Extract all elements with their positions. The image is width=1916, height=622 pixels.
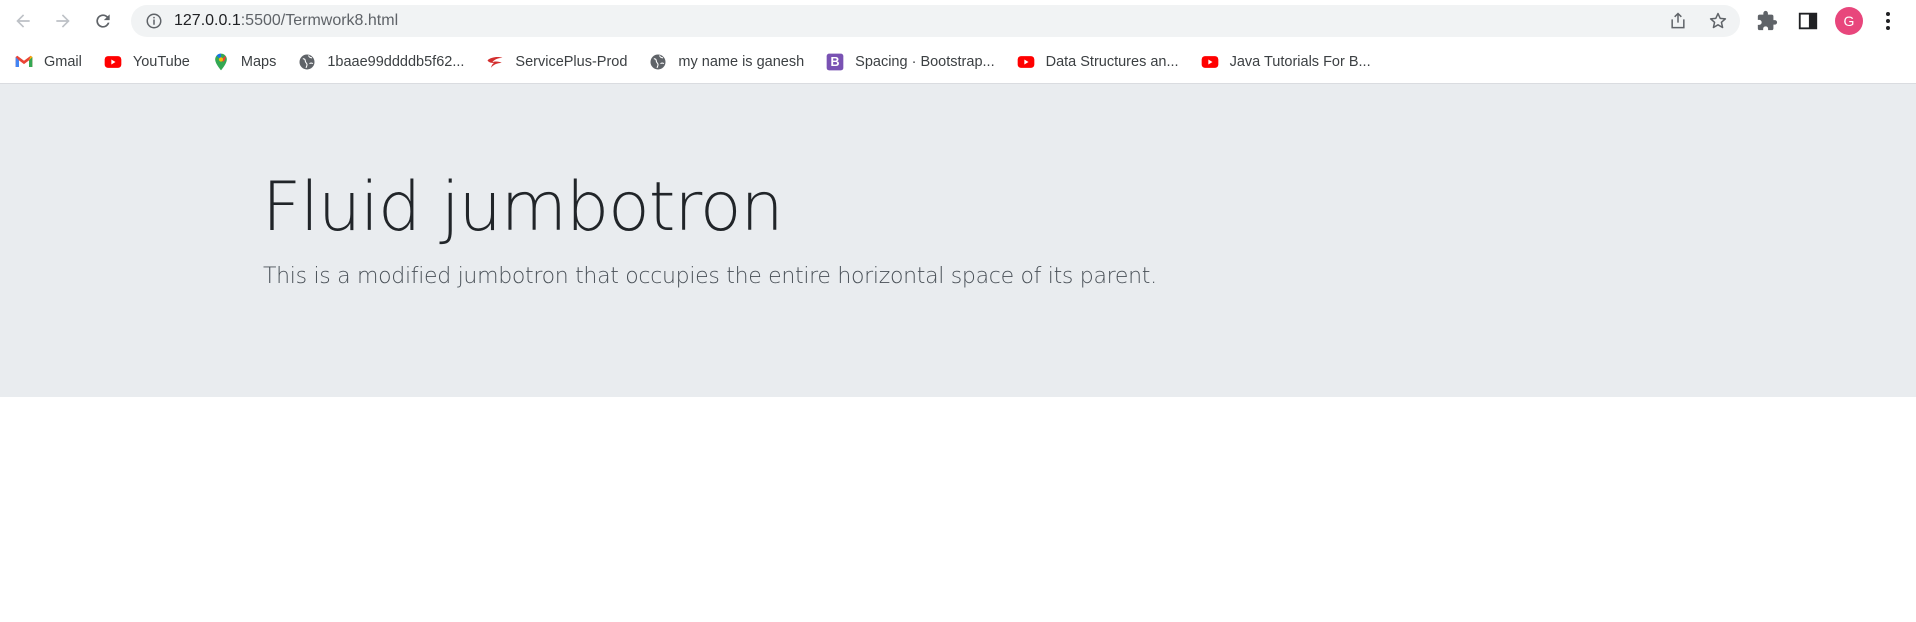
globe-icon	[648, 52, 668, 72]
arrow-left-icon	[16, 14, 30, 28]
jumbotron: Fluid jumbotron This is a modified jumbo…	[0, 84, 1916, 397]
address-bar[interactable]: 127.0.0.1:5500/Termwork8.html	[131, 5, 1740, 37]
reload-icon	[96, 14, 110, 28]
bookmark-serviceplus[interactable]: ServicePlus-Prod	[485, 48, 634, 76]
globe-icon	[297, 52, 317, 72]
youtube-icon	[103, 52, 123, 72]
bookmark-gmail[interactable]: Gmail	[14, 48, 89, 76]
bookmark-hash[interactable]: 1baae99ddddb5f62...	[297, 48, 471, 76]
bookmark-label: 1baae99ddddb5f62...	[327, 54, 465, 70]
bookmark-label: Data Structures an...	[1045, 54, 1179, 70]
info-icon	[146, 13, 162, 29]
bookmark-label: ServicePlus-Prod	[515, 54, 628, 70]
profile-avatar[interactable]: G	[1835, 7, 1863, 35]
svg-text:B: B	[831, 55, 840, 69]
reload-button[interactable]	[89, 7, 117, 35]
bookmark-label: Gmail	[44, 54, 82, 70]
url-text: 127.0.0.1:5500/Termwork8.html	[174, 12, 398, 30]
arrow-right-icon	[56, 14, 70, 28]
bookmark-bootstrap[interactable]: B Spacing · Bootstrap...	[825, 48, 1001, 76]
bookmark-data-structures[interactable]: Data Structures an...	[1016, 48, 1186, 76]
bookmark-label: my name is ganesh	[678, 54, 805, 70]
bookmark-label: Spacing · Bootstrap...	[855, 54, 995, 70]
serviceplus-icon	[485, 52, 505, 72]
star-icon[interactable]	[1708, 11, 1728, 31]
back-button[interactable]	[9, 7, 37, 35]
url-host: 127.0.0.1	[174, 12, 241, 29]
bookmarks-bar: Gmail YouTube Maps 1baae99ddddb5f62... S…	[0, 41, 1916, 84]
side-panel-icon[interactable]	[1797, 10, 1819, 32]
extensions-icon[interactable]	[1756, 10, 1778, 32]
bookmark-label: Maps	[240, 54, 277, 70]
jumbotron-title: Fluid jumbotron	[262, 168, 784, 247]
share-icon[interactable]	[1668, 11, 1688, 31]
bookmark-label: YouTube	[132, 54, 190, 70]
bookmark-java-tutorials[interactable]: Java Tutorials For B...	[1200, 48, 1378, 76]
maps-icon	[211, 52, 231, 72]
browser-toolbar: 127.0.0.1:5500/Termwork8.html G	[0, 0, 1916, 41]
youtube-icon	[1016, 52, 1036, 72]
youtube-icon	[1200, 52, 1220, 72]
url-path: :5500/Termwork8.html	[240, 12, 399, 29]
bookmark-youtube[interactable]: YouTube	[103, 48, 197, 76]
bootstrap-icon: B	[825, 52, 845, 72]
gmail-icon	[14, 52, 34, 72]
bookmark-ganesh[interactable]: my name is ganesh	[648, 48, 811, 76]
forward-button[interactable]	[49, 7, 77, 35]
bookmark-label: Java Tutorials For B...	[1229, 54, 1371, 70]
bookmark-maps[interactable]: Maps	[211, 48, 283, 76]
menu-dots-icon[interactable]	[1880, 10, 1896, 32]
jumbotron-lead: This is a modified jumbotron that occupi…	[263, 264, 1157, 289]
